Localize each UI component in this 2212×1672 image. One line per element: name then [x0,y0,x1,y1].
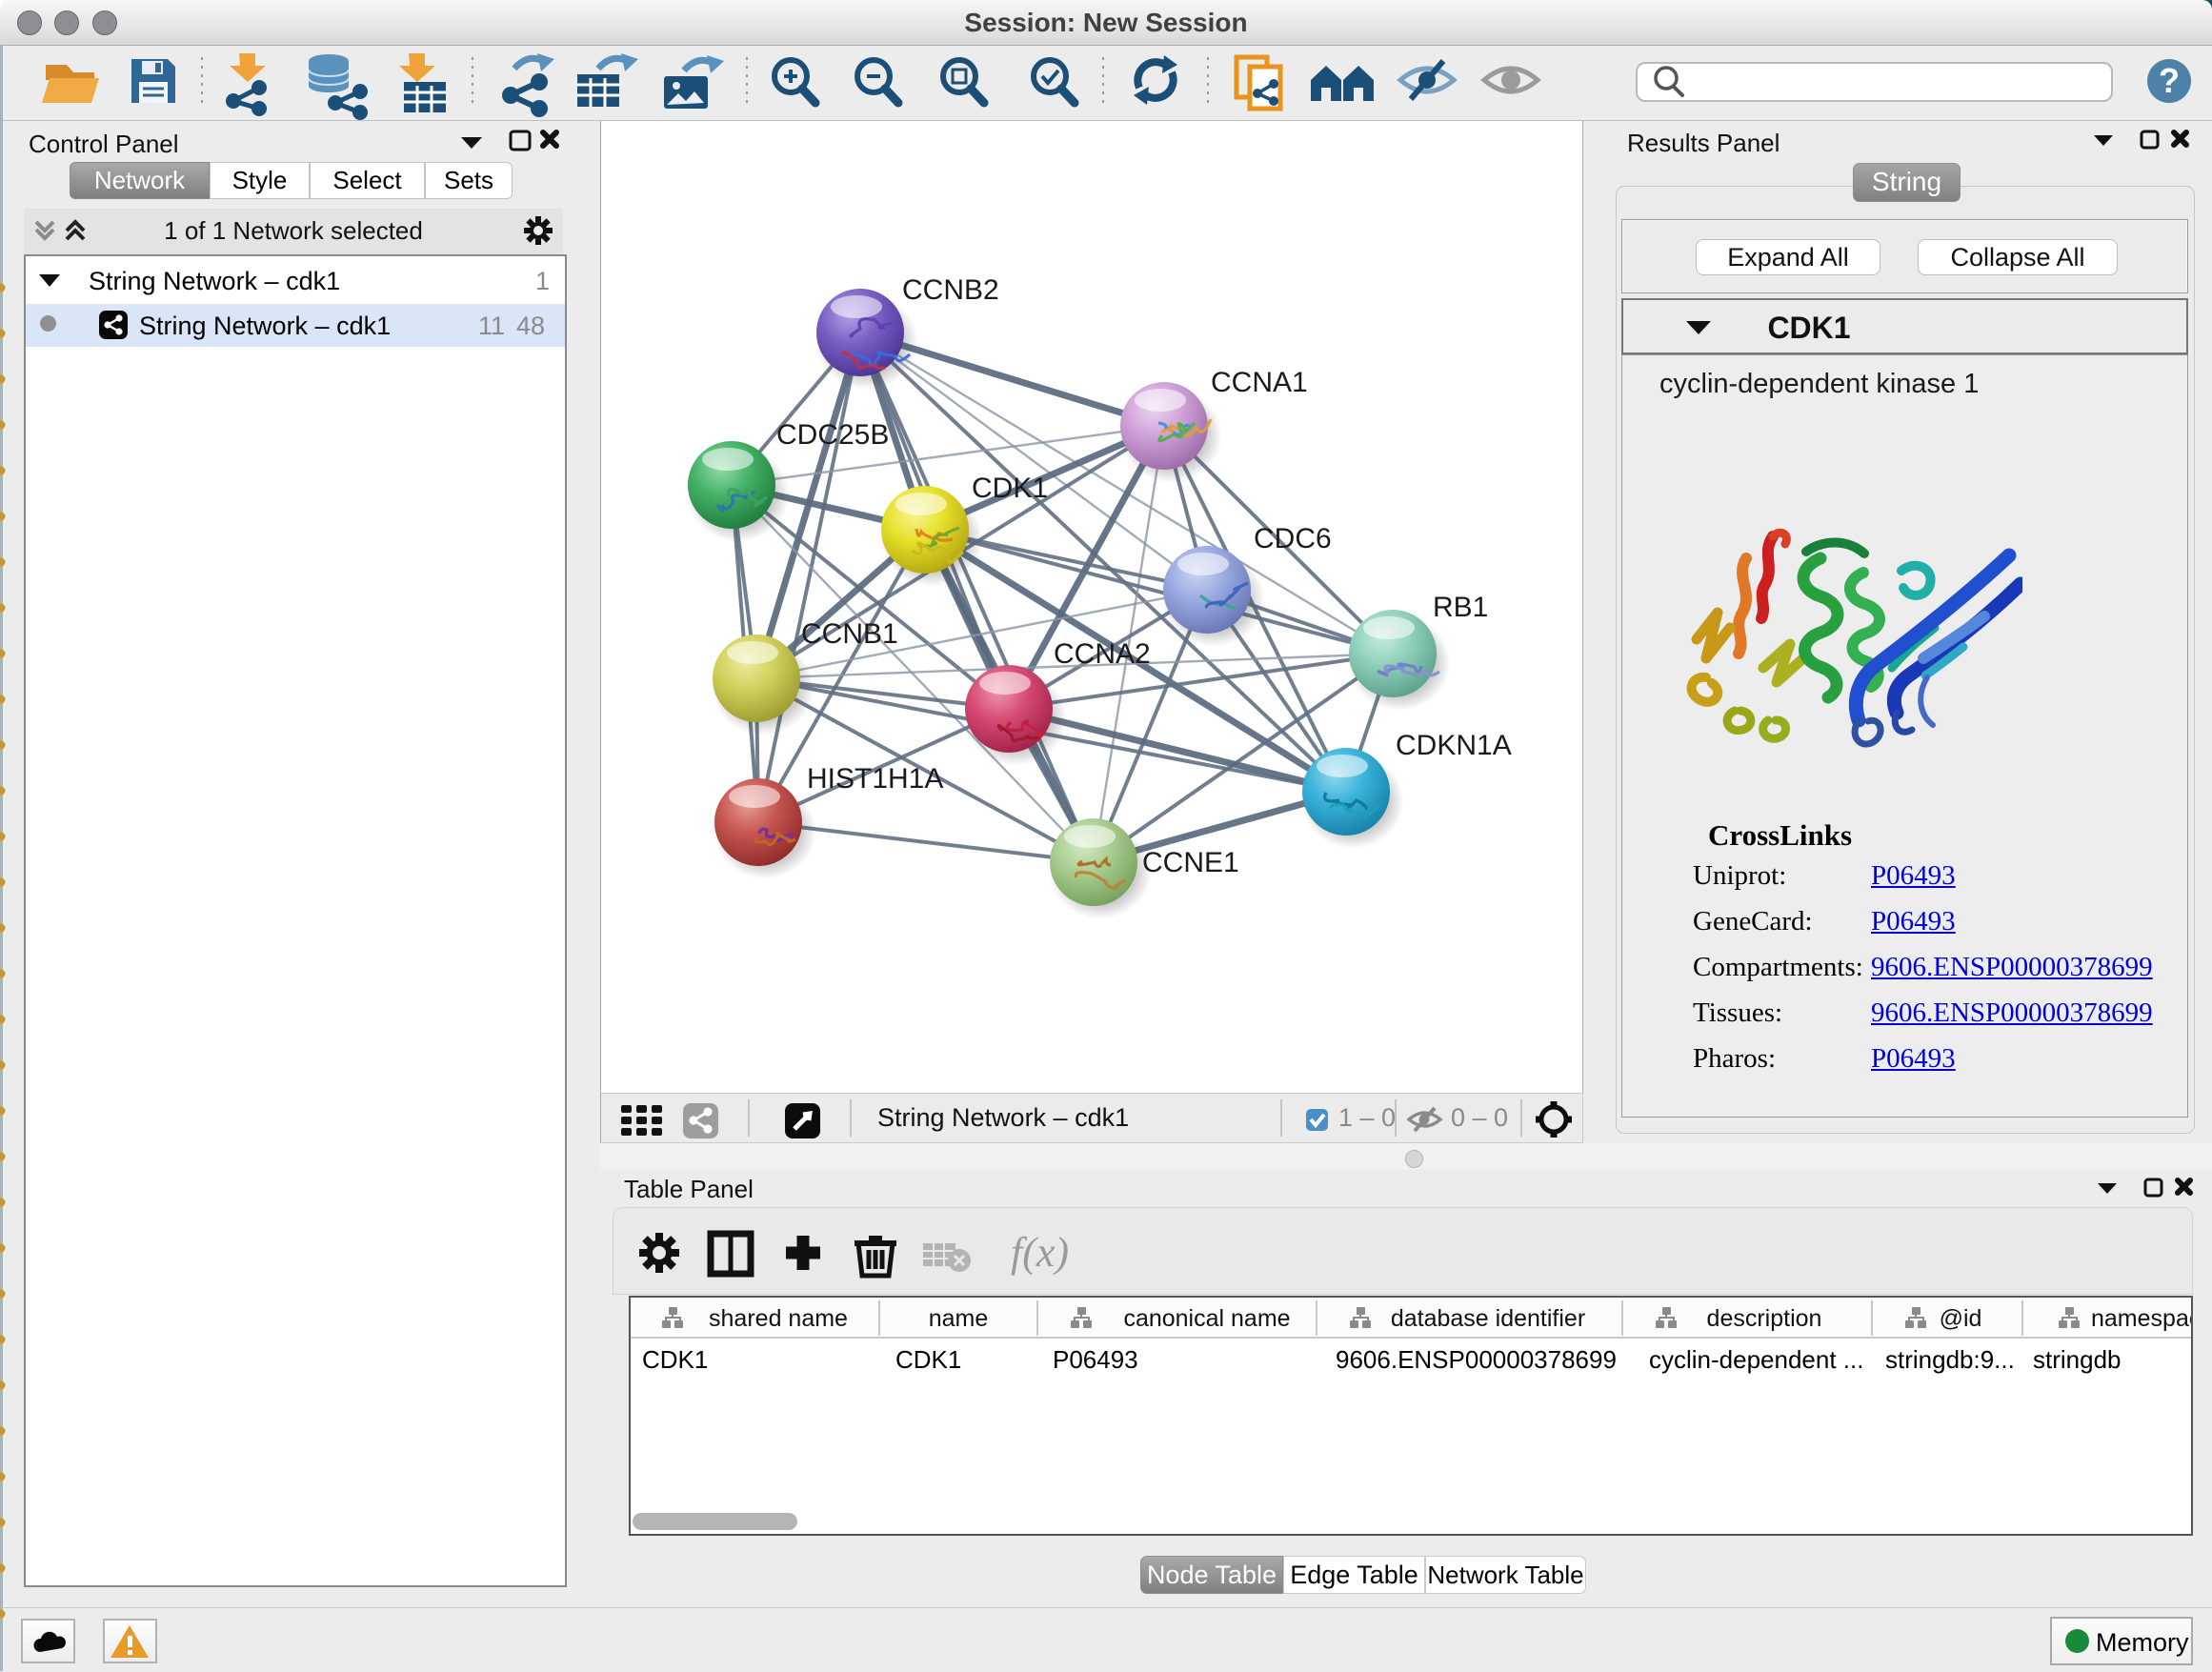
svg-text:1 – 0: 1 – 0 [1338,1103,1396,1132]
svg-text:String Network – cdk1: String Network – cdk1 [877,1103,1129,1132]
svg-text:canonical name: canonical name [1123,1305,1290,1332]
svg-text:shared name: shared name [709,1305,848,1332]
svg-text:CDKN1A: CDKN1A [1396,730,1512,761]
svg-text:CCNA2: CCNA2 [1054,638,1151,670]
svg-text:CCNB2: CCNB2 [902,274,999,306]
svg-text:@id: @id [1940,1305,1982,1332]
svg-text:database identifier: database identifier [1391,1305,1585,1332]
svg-text:CDC6: CDC6 [1254,523,1332,554]
svg-text:CDK1: CDK1 [972,473,1048,504]
svg-text:CCNB1: CCNB1 [801,618,898,650]
svg-text:CDC25B: CDC25B [776,419,889,451]
svg-text:name: name [929,1305,989,1332]
svg-text:f(x): f(x) [1011,1229,1069,1276]
svg-text:0 – 0: 0 – 0 [1451,1103,1508,1132]
svg-text:?: ? [2159,61,2180,100]
svg-text:CCNA1: CCNA1 [1211,367,1308,398]
svg-text:HIST1H1A: HIST1H1A [807,763,943,795]
svg-text:description: description [1707,1305,1822,1332]
svg-text:RB1: RB1 [1433,592,1488,623]
svg-text:namespac: namespac [2091,1305,2191,1332]
svg-text:CCNE1: CCNE1 [1142,847,1239,878]
